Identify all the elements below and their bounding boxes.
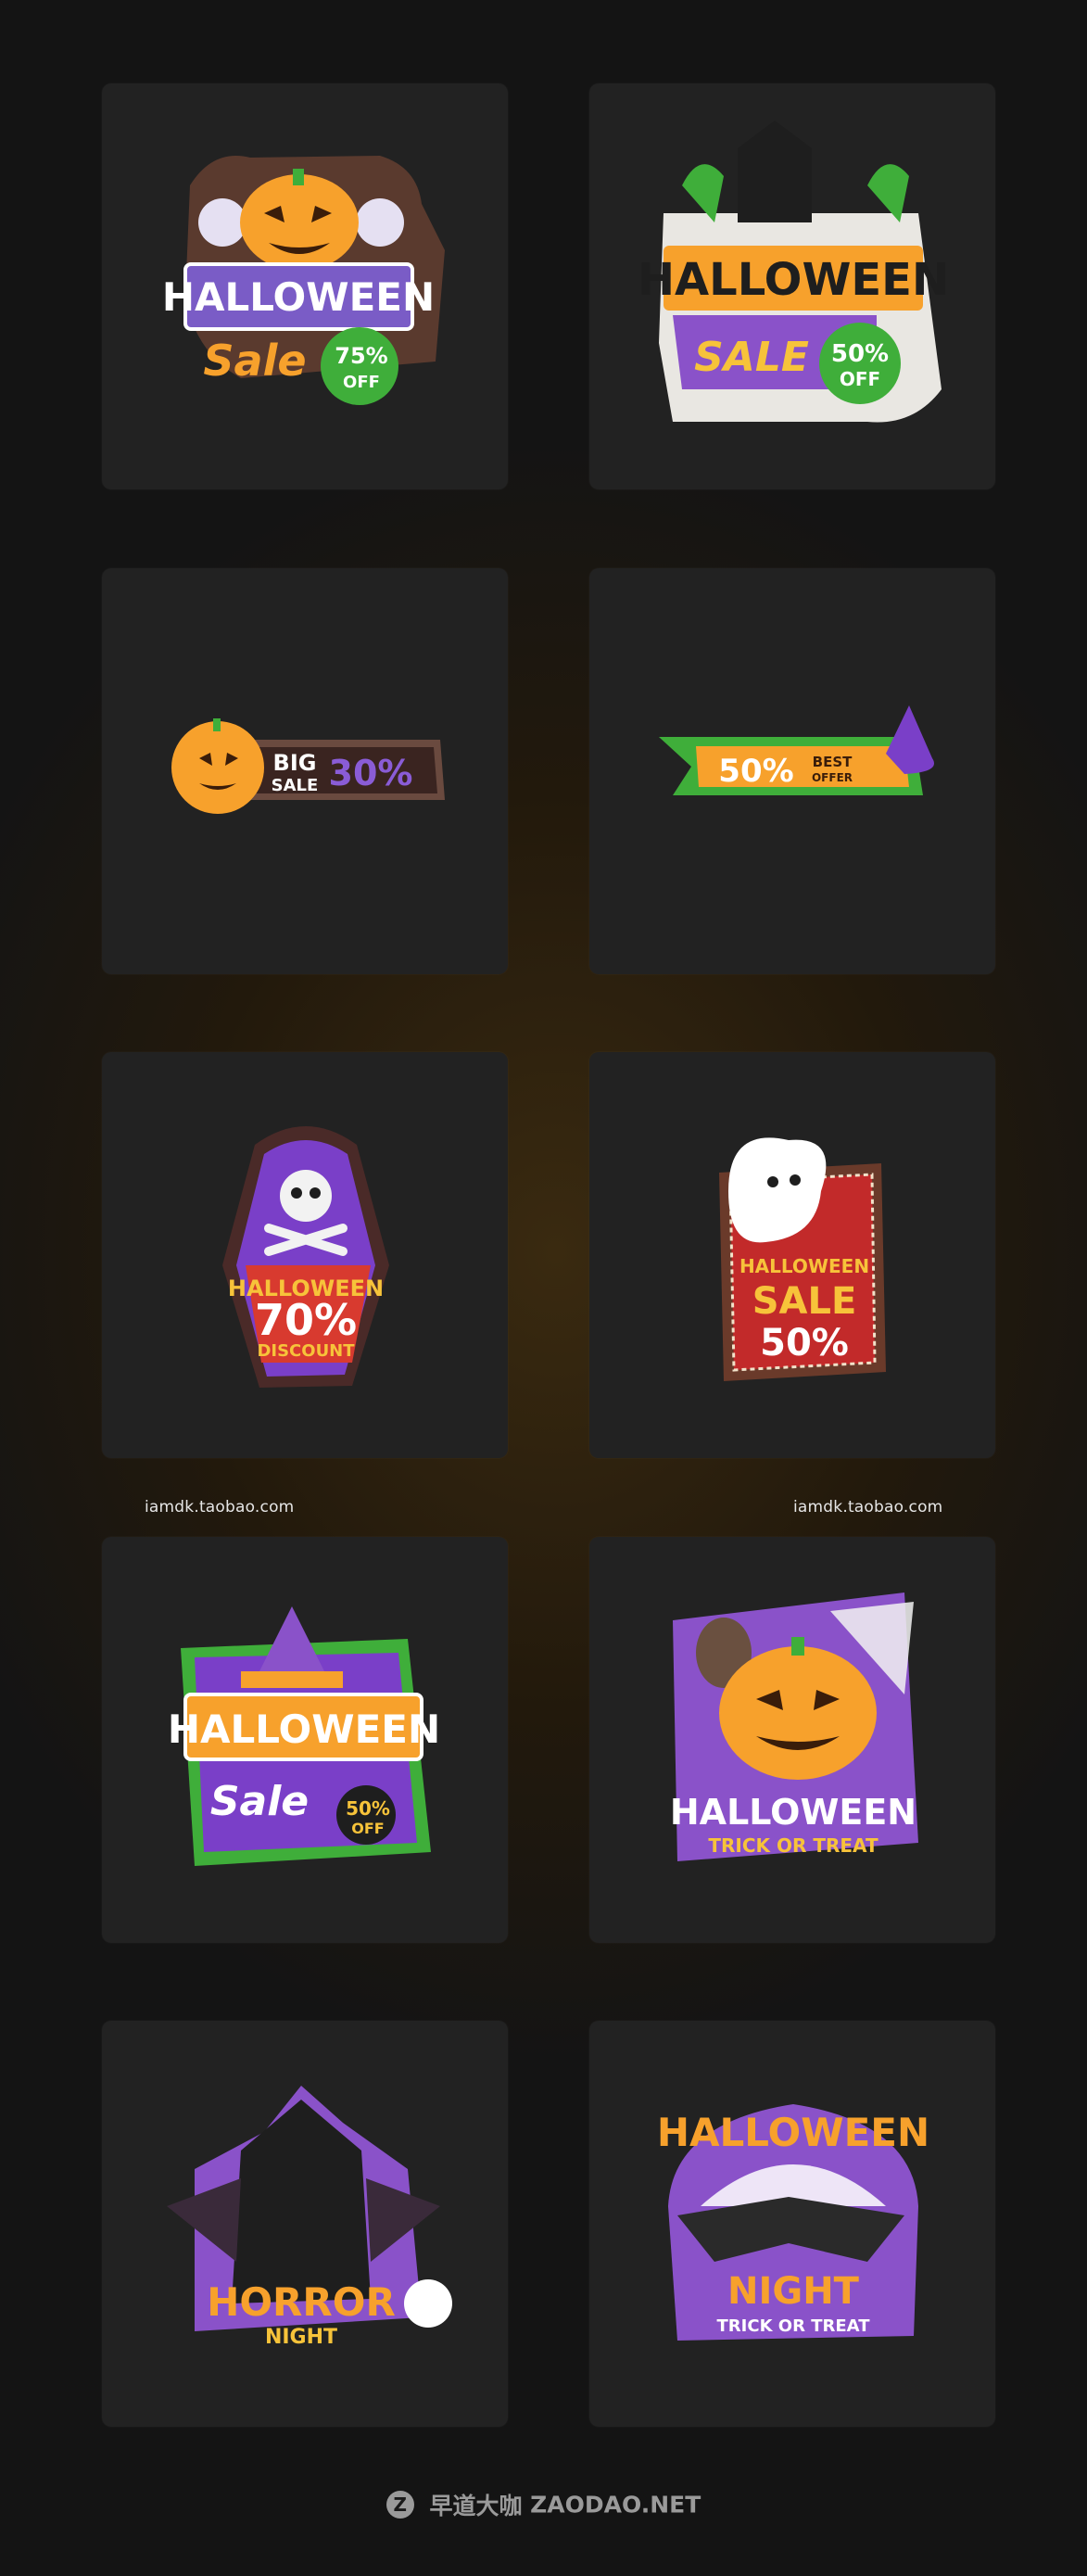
sticker-sale: SALE [752, 1280, 857, 1323]
sticker-tile-halloween-night[interactable]: HALLOWEEN NIGHT TRICK OR TREAT [589, 2021, 995, 2427]
horror-night-sticker: HORROR NIGHT [167, 2086, 452, 2349]
sticker-best: BEST [813, 754, 853, 770]
ghost-sale-50-sticker: HALLOWEEN SALE 50% [719, 1137, 886, 1381]
halloween-sale-75-sticker: HALLOWEEN Sale 75% OFF [162, 156, 445, 405]
sticker-tile-halloween-sale-50-witch[interactable]: HALLOWEEN Sale 50% OFF [102, 1537, 508, 1943]
sticker-tile-halloween-sale-75[interactable]: HALLOWEEN Sale 75% OFF [102, 83, 508, 489]
sticker-big: BIG [273, 750, 317, 776]
big-sale-30-sticker: BIG SALE 30% [171, 718, 445, 814]
sticker-sub: SALE [694, 334, 809, 381]
sticker-pct: 30% [329, 753, 413, 793]
sticker-sub: Sale [210, 1778, 309, 1825]
sticker-title: HALLOWEEN [162, 274, 435, 320]
sticker-title: HALLOWEEN [168, 1707, 440, 1752]
halloween-70-discount-sticker: HALLOWEEN 70% DISCOUNT [222, 1126, 389, 1388]
sticker-title: HALLOWEEN [657, 2110, 929, 2155]
sticker-sub: NIGHT [265, 2326, 337, 2349]
watermark-right: iamdk.taobao.com [793, 1498, 943, 1516]
sticker-offer: OFFER [812, 771, 853, 784]
sticker-tile-50-best-offer[interactable]: 50% BEST OFFER [589, 568, 995, 974]
best-offer-50-sticker: 50% BEST OFFER [659, 705, 934, 795]
footer-brand: Z 早道大咖 ZAODAO.NET [0, 2488, 1087, 2521]
sticker-off: OFF [343, 373, 380, 392]
halloween-trick-or-treat-sticker: HALLOWEEN TRICK OR TREAT [670, 1593, 918, 1861]
halloween-sale-50-sticker: HALLOWEEN SALE 50% OFF [638, 121, 949, 423]
sticker-off: OFF [351, 1820, 384, 1837]
sticker-tile-halloween-70-discount[interactable]: HALLOWEEN 70% DISCOUNT [102, 1052, 508, 1458]
sticker-title: HORROR [207, 2279, 396, 2325]
sticker-pct: 50% [346, 1797, 390, 1820]
sticker-title: HALLOWEEN [670, 1792, 916, 1833]
sticker-title: HALLOWEEN [739, 1255, 869, 1277]
sticker-pct: 70% [255, 1295, 357, 1345]
sticker-pct: 50% [831, 340, 889, 368]
sticker-tile-halloween-trick-or-treat[interactable]: HALLOWEEN TRICK OR TREAT [589, 1537, 995, 1943]
sticker-sub: TRICK OR TREAT [717, 2316, 871, 2336]
sticker-tile-halloween-sale-50-ghost[interactable]: HALLOWEEN SALE 50% [589, 1052, 995, 1458]
halloween-night-sticker: HALLOWEEN NIGHT TRICK OR TREAT [657, 2104, 929, 2341]
sticker-pct: 50% [718, 753, 793, 790]
sticker-sub: TRICK OR TREAT [708, 1834, 878, 1857]
footer-brand-text: ZAODAO.NET [530, 2491, 701, 2519]
sticker-night: NIGHT [727, 2270, 860, 2313]
sticker-pct: 75% [335, 343, 387, 369]
sticker-off: OFF [840, 368, 880, 390]
sticker-tile-halloween-sale-50[interactable]: HALLOWEEN SALE 50% OFF [589, 83, 995, 489]
sticker-pct: 50% [760, 1322, 849, 1364]
zaodao-logo-icon: Z [386, 2491, 414, 2519]
witch-sale-50-sticker: HALLOWEEN Sale 50% OFF [168, 1606, 440, 1866]
sticker-sub: DISCOUNT [257, 1341, 355, 1361]
sticker-sub: Sale [203, 336, 306, 386]
sticker-title: HALLOWEEN [638, 254, 949, 306]
footer-cn: 早道大咖 [429, 2493, 523, 2519]
watermark-left: iamdk.taobao.com [145, 1498, 295, 1516]
sticker-sale: SALE [272, 776, 319, 795]
sticker-tile-big-sale-30[interactable]: BIG SALE 30% [102, 568, 508, 974]
sticker-tile-horror-night[interactable]: HORROR NIGHT [102, 2021, 508, 2427]
